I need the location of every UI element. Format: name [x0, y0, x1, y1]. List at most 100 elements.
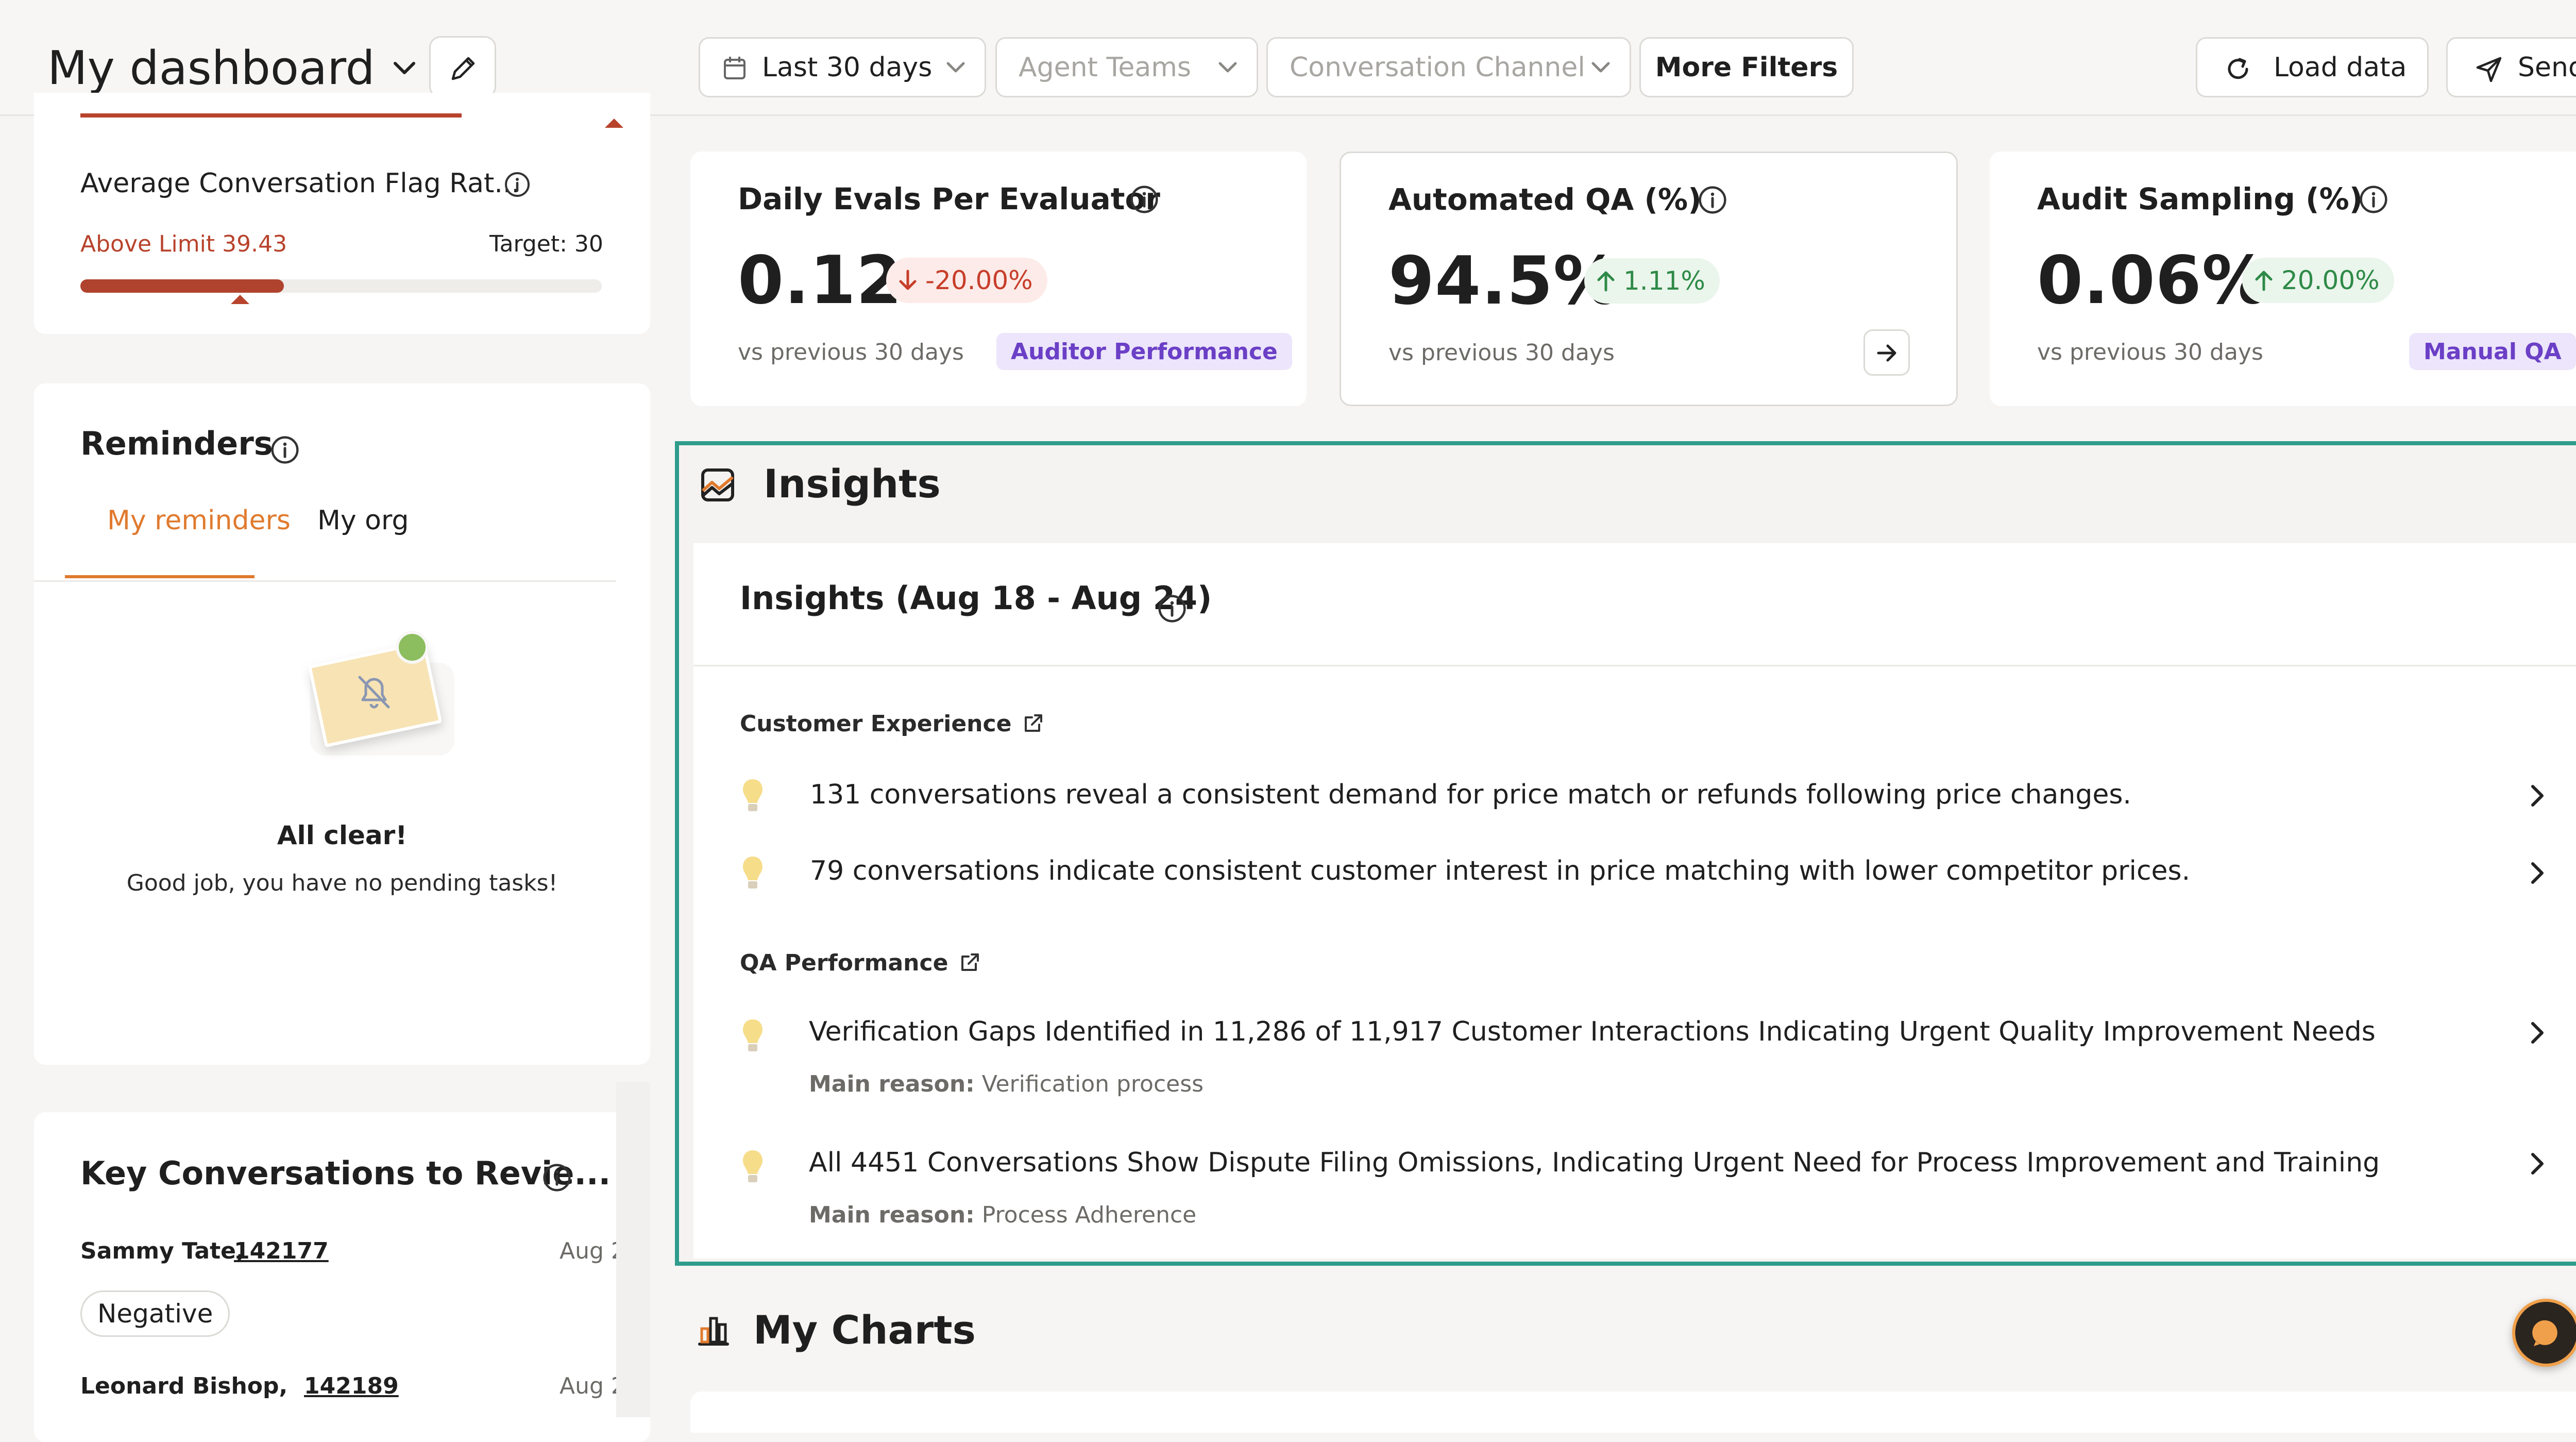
tab-label: My reminders: [107, 505, 291, 536]
empty-state-illustration: [279, 622, 454, 766]
metric-delta: -20.00%: [925, 265, 1033, 295]
tab-my-org[interactable]: My org: [292, 505, 409, 578]
flag-rate-title: Average Conversation Flag Rat...: [80, 168, 520, 199]
insight-text: 131 conversations reveal a consistent de…: [810, 779, 2131, 810]
info-icon[interactable]: [2358, 183, 2389, 215]
metric-value: 0.12: [738, 242, 903, 319]
lightbulb-icon: [743, 1150, 762, 1182]
insights-chart-icon: [701, 468, 734, 501]
metric-delta-badge: 1.11%: [1584, 258, 1720, 304]
calendar-icon: [724, 57, 745, 79]
insight-row[interactable]: Verification Gaps Identified in 11,286 o…: [740, 1010, 2558, 1103]
insights-panel: Insights Insights (Aug 18 - Aug 24) Cust…: [675, 441, 2576, 1266]
conversation-agent: Sammy Tate,: [80, 1238, 245, 1264]
metric-delta: 20.00%: [2281, 265, 2380, 295]
date-range-filter[interactable]: Last 30 days: [699, 37, 986, 97]
target-marker: [231, 295, 249, 304]
conversation-id-link[interactable]: 142177: [234, 1238, 329, 1264]
conversation-id-link[interactable]: 142189: [304, 1373, 399, 1399]
flag-rate-progress-fill: [80, 279, 284, 293]
reason-label: Main reason:: [809, 1202, 975, 1228]
insight-row[interactable]: All 4451 Conversations Show Dispute Fili…: [740, 1141, 2558, 1234]
chevron-down-icon: [393, 60, 416, 76]
insights-divider: [693, 665, 2576, 666]
conversation-channel-filter[interactable]: Conversation Channel: [1266, 37, 1631, 97]
metric-title: Audit Sampling (%): [2037, 181, 2363, 216]
send-icon: [2476, 57, 2502, 82]
chevron-down-icon: [1591, 62, 1610, 73]
metric-card-audit-sampling[interactable]: Audit Sampling (%) 0.06% 20.00% vs previ…: [1990, 152, 2576, 406]
reminders-title: Reminders: [80, 425, 273, 462]
send-button[interactable]: Send: [2446, 37, 2576, 97]
conversation-agent: Leonard Bishop,: [80, 1373, 288, 1399]
load-data-label: Load data: [2274, 52, 2407, 83]
pencil-icon: [451, 57, 475, 80]
metric-card-automated-qa[interactable]: Automated QA (%) 94.5% 1.11% vs previous…: [1340, 152, 1958, 406]
reminders-card: Reminders My reminders My org All clear!…: [34, 383, 650, 1065]
key-conversations-title: Key Conversations to Revie...: [80, 1154, 611, 1192]
chevron-down-icon: [946, 62, 965, 73]
flag-rate-status: Above Limit 39.43: [80, 231, 287, 257]
metric-tag[interactable]: Auditor Performance: [996, 333, 1292, 370]
conversation-row[interactable]: Leonard Bishop, 142189 Aug 29: [80, 1373, 640, 1404]
insights-subtitle: Insights (Aug 18 - Aug 24): [740, 579, 1212, 617]
metric-tag[interactable]: Manual QA: [2409, 333, 2576, 370]
more-filters-label: More Filters: [1655, 52, 1838, 83]
bar-chart-icon: [698, 1317, 729, 1346]
info-icon[interactable]: [1697, 184, 1728, 216]
metric-title: Automated QA (%): [1388, 182, 1702, 217]
chevron-right-icon[interactable]: [2517, 1144, 2556, 1183]
info-icon[interactable]: [269, 434, 301, 466]
chat-bubble-icon: [2532, 1320, 2557, 1346]
chevron-right-icon[interactable]: [2517, 776, 2556, 815]
info-icon[interactable]: [541, 1162, 573, 1194]
section-customer-experience[interactable]: Customer Experience: [740, 708, 1044, 739]
insight-text: Verification Gaps Identified in 11,286 o…: [809, 1016, 2376, 1047]
page-title: My dashboard: [47, 41, 375, 95]
empty-state-text: Good job, you have no pending tasks!: [126, 870, 558, 896]
insights-card: Insights (Aug 18 - Aug 24) Customer Expe…: [693, 543, 2576, 1259]
empty-state-title: All clear!: [277, 820, 408, 850]
insight-row[interactable]: 79 conversations indicate consistent cus…: [740, 847, 2558, 899]
agent-teams-filter[interactable]: Agent Teams: [995, 37, 1258, 97]
arrow-up-icon: [2255, 271, 2273, 291]
send-label: Send: [2518, 52, 2576, 83]
open-details-button[interactable]: [1863, 329, 1910, 376]
more-filters-button[interactable]: More Filters: [1639, 37, 1854, 97]
external-link-icon: [1025, 714, 1043, 732]
dashboard-title-dropdown[interactable]: My dashboard: [47, 37, 416, 99]
metric-value: 0.06%: [2037, 242, 2269, 319]
info-icon[interactable]: [1128, 183, 1160, 215]
section-qa-performance[interactable]: QA Performance: [740, 947, 981, 978]
chat-launcher-button[interactable]: [2512, 1299, 2576, 1367]
chevron-right-icon[interactable]: [2517, 1013, 2556, 1052]
insight-row[interactable]: 131 conversations reveal a consistent de…: [740, 770, 2558, 821]
metric-card-daily-evals[interactable]: Daily Evals Per Evaluator 0.12 -20.00% v…: [690, 152, 1307, 406]
sentiment-label: Negative: [97, 1299, 213, 1329]
agent-teams-label: Agent Teams: [1019, 52, 1191, 83]
metric-compare: vs previous 30 days: [2037, 339, 2263, 365]
reason-value: Process Adherence: [981, 1202, 1197, 1228]
tab-label: My org: [317, 505, 409, 536]
flag-rate-target: Target: 30: [489, 231, 603, 257]
load-data-button[interactable]: Load data: [2196, 37, 2429, 97]
conversation-row[interactable]: Sammy Tate, 142177 Aug 29: [80, 1238, 640, 1269]
lightbulb-icon: [743, 779, 762, 811]
metric-compare: vs previous 30 days: [1388, 340, 1615, 366]
arrow-up-icon: [1597, 271, 1615, 292]
metric-delta-badge: 20.00%: [2242, 258, 2394, 303]
edit-dashboard-button[interactable]: [429, 36, 496, 98]
left-scrollbar-track[interactable]: [616, 1082, 650, 1417]
previous-progress-bar: [80, 113, 462, 118]
my-charts-card-edge: [690, 1391, 2576, 1433]
tab-my-reminders[interactable]: My reminders: [65, 505, 291, 578]
info-icon[interactable]: [1156, 593, 1188, 625]
flag-rate-progress-track: [80, 279, 602, 293]
section-label: QA Performance: [740, 949, 948, 976]
external-link-icon: [961, 953, 979, 971]
date-range-label: Last 30 days: [762, 52, 933, 83]
info-icon[interactable]: [503, 170, 532, 199]
insight-reason: Main reason: Process Adherence: [809, 1202, 1196, 1228]
chevron-right-icon[interactable]: [2517, 853, 2556, 893]
bell-off-icon: [358, 676, 390, 709]
